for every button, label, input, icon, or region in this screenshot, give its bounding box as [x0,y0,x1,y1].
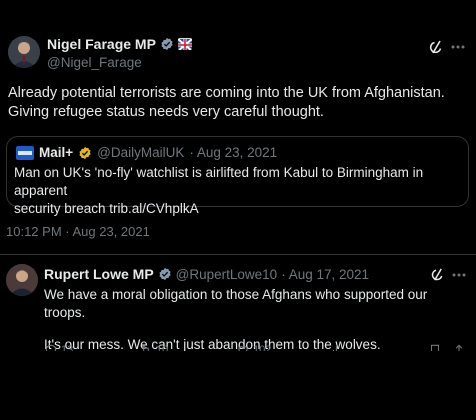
mail-plus-logo [16,145,34,160]
author-handle[interactable]: @Nigel_Farage [47,55,142,70]
reply-date: · Aug 17, 2021 [281,266,370,282]
author-name[interactable]: Nigel Farage MP [47,36,156,52]
reply-author-name[interactable]: Rupert Lowe MP [44,266,154,282]
reply-text-line: We have a moral obligation to those Afgh… [44,287,428,320]
avatar-rupert-lowe[interactable] [6,264,38,296]
quoted-text-line: Man on UK's 'no-fly' watchlist is airlif… [14,165,424,198]
reply-author-handle: @RupertLowe10 [175,266,278,282]
grok-icon[interactable] [428,39,444,55]
more-horizontal-icon[interactable] [451,45,465,49]
quoted-author-name[interactable]: Mail+ [39,145,73,160]
grok-icon[interactable] [430,267,445,282]
more-horizontal-icon[interactable] [452,273,466,277]
tweet-text-line: Already potential terrorists are coming … [8,85,445,101]
tweet-text-line: Giving refugee status needs very careful… [8,104,324,120]
tweet-timestamp[interactable]: 10:12 PM · Aug 23, 2021 [6,224,150,239]
quoted-date: · Aug 23, 2021 [189,145,278,160]
reply-author-row: Rupert Lowe MP @RupertLowe10 · Aug 17, 2… [44,266,369,282]
verified-gold-icon [78,146,92,160]
tweet-text: Already potential terrorists are coming … [8,84,468,122]
divider [0,254,476,255]
quoted-author-row: Mail+ @DailyMailUK · Aug 23, 2021 [16,145,277,160]
quoted-author-handle: @DailyMailUK [97,145,185,160]
main-author-row: Nigel Farage MP [47,36,192,52]
verified-gray-icon [160,37,174,51]
verified-gray-icon [158,267,172,281]
bottom-blank [0,351,476,420]
avatar-nigel-farage[interactable] [8,36,40,68]
uk-flag-icon [177,38,192,50]
quoted-tweet-text: Man on UK's 'no-fly' watchlist is airlif… [14,164,464,218]
quoted-text-line: security breach trib.al/CVhplkA [14,201,199,216]
